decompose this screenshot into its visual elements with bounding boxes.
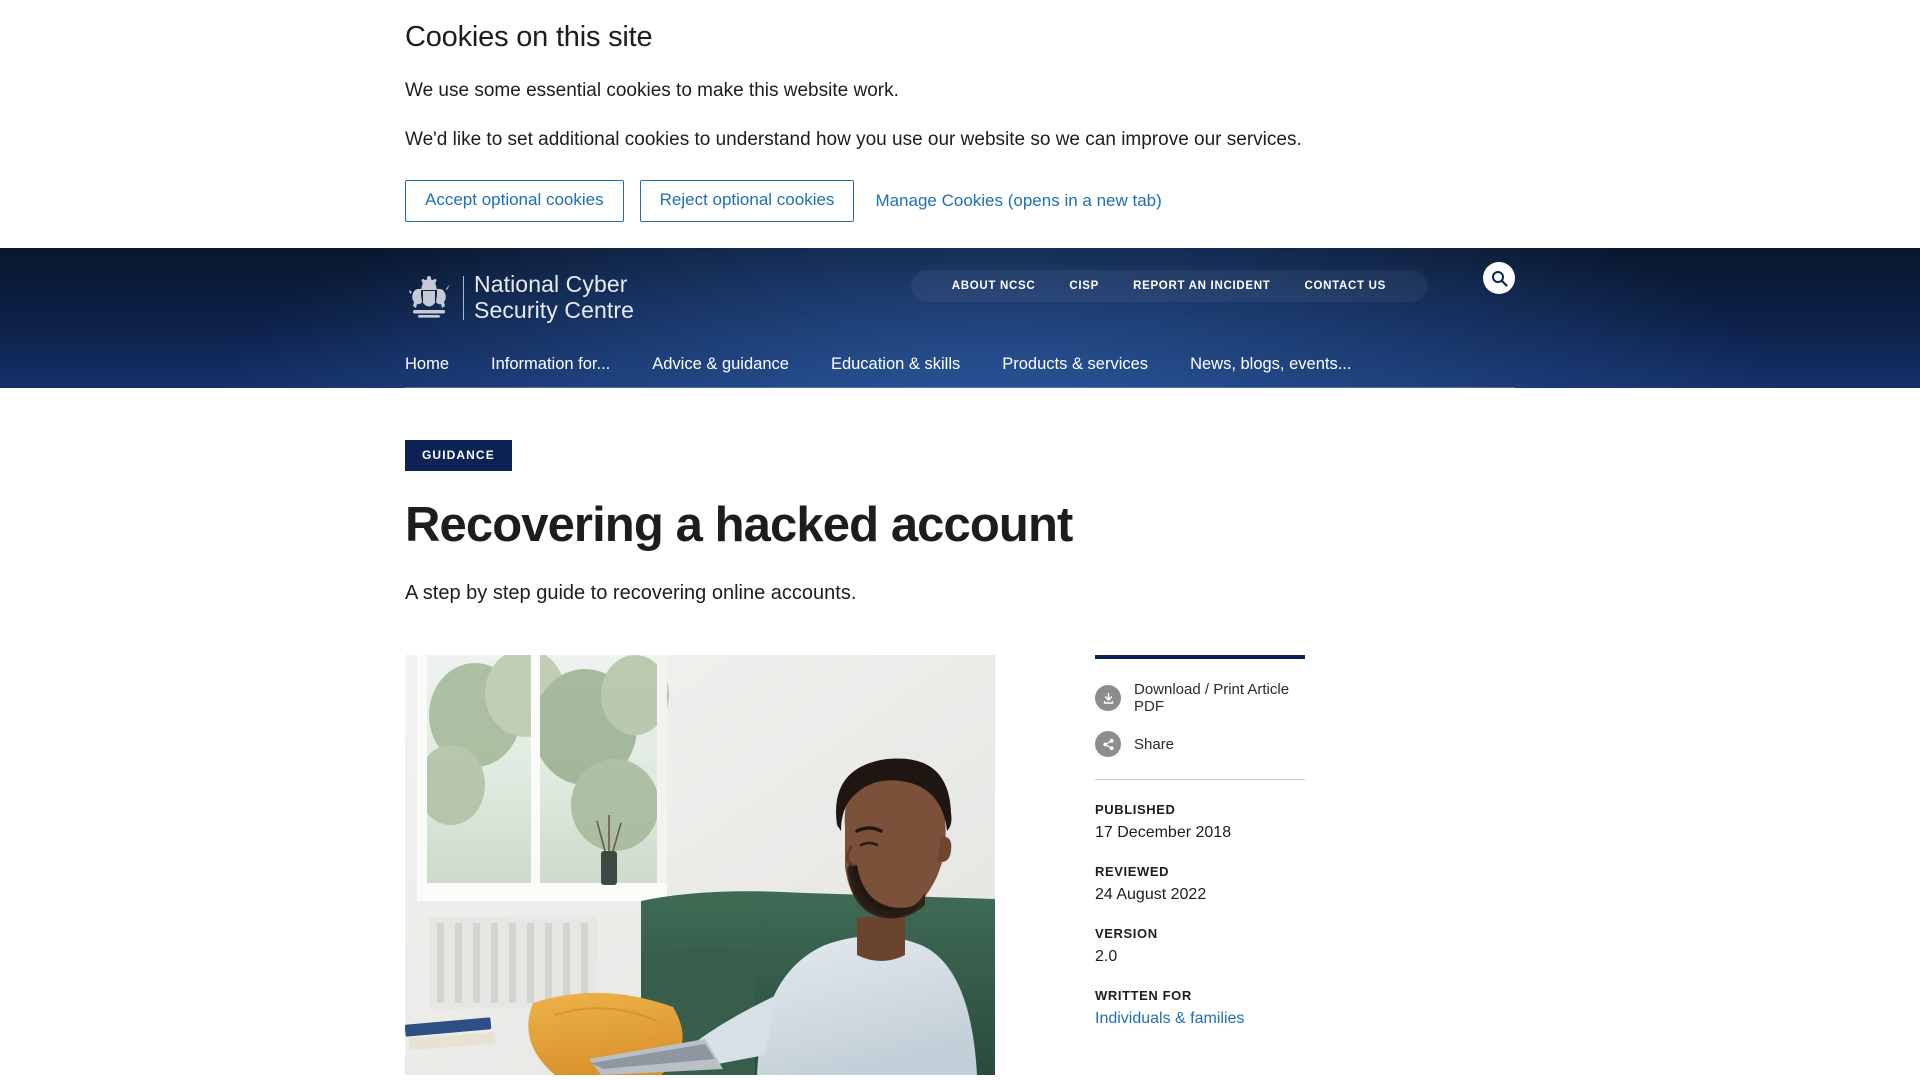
- meta-key-written-for: WRITTEN FOR: [1095, 988, 1192, 1004]
- main-nav-item-news-blogs-events[interactable]: News, blogs, events...: [1190, 355, 1351, 374]
- content-type-badge: GUIDANCE: [405, 440, 512, 472]
- share-icon: [1095, 731, 1121, 758]
- utility-nav-item-report-an-incident[interactable]: REPORT AN INCIDENT: [1116, 280, 1287, 292]
- meta-value-reviewed: 24 August 2022: [1095, 886, 1207, 904]
- main-nav-item-education-and-skills[interactable]: Education & skills: [831, 355, 960, 374]
- cookie-banner-actions: Accept optional cookies Reject optional …: [405, 179, 1515, 223]
- site-logo[interactable]: National Cyber Security Centre: [405, 271, 635, 324]
- utility-nav-item-contact-us[interactable]: CONTACT US: [1287, 280, 1403, 292]
- download-print-pdf-label: Download / Print Article PDF: [1134, 681, 1290, 716]
- share-action[interactable]: Share: [1095, 731, 1305, 758]
- download-print-pdf-action[interactable]: Download / Print Article PDF: [1095, 681, 1305, 715]
- share-label: Share: [1134, 735, 1175, 753]
- hero-image: [405, 655, 995, 1076]
- main-nav-item-advice-and-guidance[interactable]: Advice & guidance: [652, 355, 789, 374]
- page-standfirst: A step by step guide to recovering onlin…: [405, 582, 857, 605]
- utility-nav: ABOUT NCSC CISP REPORT AN INCIDENT CONTA…: [910, 270, 1427, 303]
- meta-key-reviewed: REVIEWED: [1095, 864, 1170, 880]
- utility-nav-item-about-ncsc[interactable]: ABOUT NCSC: [935, 280, 1053, 292]
- site-logo-line-2: Security Centre: [474, 297, 635, 324]
- meta-value-written-for[interactable]: Individuals & families: [1095, 1010, 1305, 1028]
- cookie-banner-title: Cookies on this site: [405, 21, 653, 53]
- accept-optional-cookies-button[interactable]: Accept optional cookies: [405, 179, 624, 223]
- meta-key-published: PUBLISHED: [1095, 802, 1176, 818]
- logo-divider: [463, 276, 464, 321]
- manage-cookies-link[interactable]: Manage Cookies (opens in a new tab): [870, 191, 1161, 211]
- article-sidebar: Download / Print Article PDF Share PUBLI…: [1095, 655, 1305, 1028]
- page-root: Cookies on this site We use some essenti…: [0, 0, 1920, 1080]
- main-nav-item-information-for[interactable]: Information for...: [491, 355, 610, 374]
- download-icon: [1095, 685, 1121, 712]
- sidebar-divider: [1095, 779, 1305, 781]
- utility-nav-item-cisp[interactable]: CISP: [1052, 280, 1116, 292]
- cookie-banner: Cookies on this site We use some essenti…: [0, 0, 1920, 249]
- meta-value-published: 17 December 2018: [1095, 824, 1232, 842]
- main-content: GUIDANCE Recovering a hacked account A s…: [405, 388, 1515, 1076]
- page-title: Recovering a hacked account: [405, 498, 1073, 553]
- site-logo-line-1: National Cyber: [474, 271, 628, 298]
- search-button[interactable]: [1483, 262, 1515, 295]
- site-logo-text: National Cyber Security Centre: [474, 271, 635, 324]
- hero-illustration: [405, 655, 995, 1076]
- main-nav: Home Information for... Advice & guidanc…: [405, 355, 1515, 389]
- cookie-banner-paragraph-1: We use some essential cookies to make th…: [405, 79, 899, 101]
- cookie-banner-paragraph-2: We'd like to set additional cookies to u…: [405, 129, 1302, 151]
- meta-key-version: VERSION: [1095, 926, 1158, 942]
- meta-value-version: 2.0: [1095, 948, 1118, 966]
- reject-optional-cookies-button[interactable]: Reject optional cookies: [639, 179, 855, 223]
- main-nav-item-home[interactable]: Home: [405, 355, 449, 374]
- site-header: National Cyber Security Centre ABOUT NCS…: [0, 248, 1920, 389]
- main-nav-item-products-and-services[interactable]: Products & services: [1002, 355, 1148, 374]
- search-icon: [1491, 270, 1508, 287]
- article-body-grid: Download / Print Article PDF Share PUBLI…: [405, 655, 1515, 1076]
- royal-coat-of-arms-icon: [409, 276, 450, 318]
- sidebar-top-rule: [1095, 655, 1305, 660]
